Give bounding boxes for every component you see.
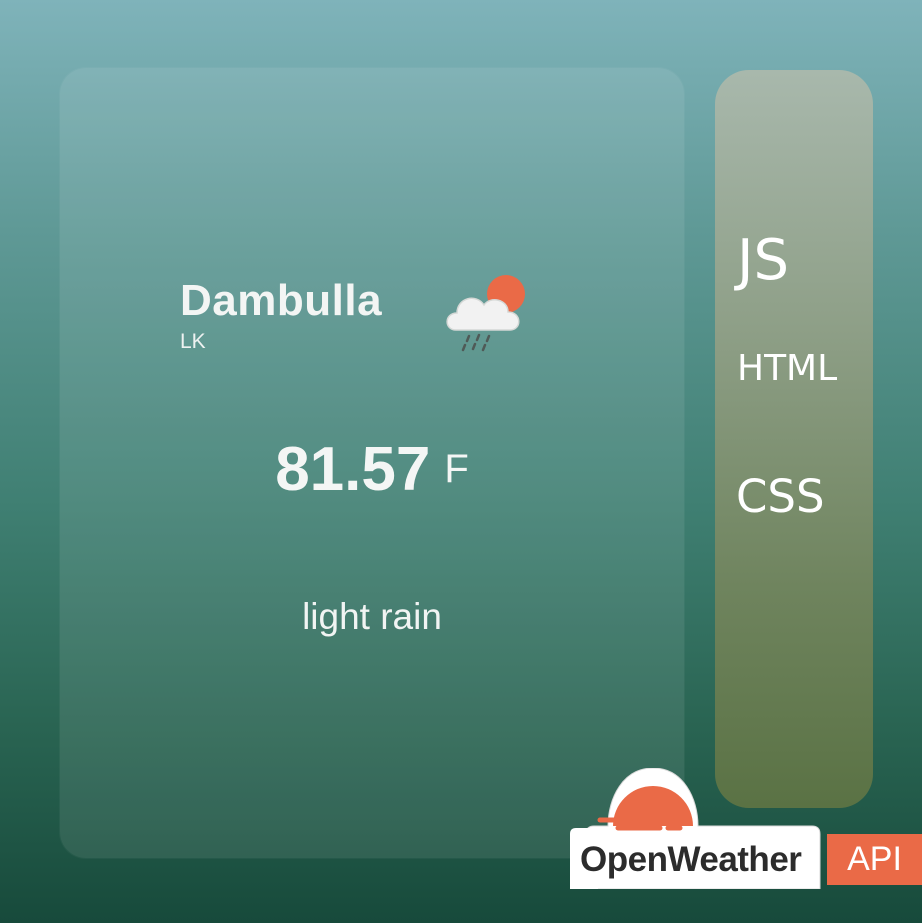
temperature-unit: F bbox=[444, 447, 469, 491]
api-badge: API bbox=[827, 834, 922, 885]
temperature-value: 81.57 bbox=[275, 435, 431, 504]
city-name: Dambulla bbox=[180, 276, 383, 325]
temperature-display: 81.57 F bbox=[60, 434, 684, 505]
tech-js-label: JS bbox=[737, 228, 790, 293]
openweather-wordmark: OpenWeather bbox=[580, 840, 802, 879]
country-code: LK bbox=[180, 330, 206, 353]
openweather-logo: OpenWeather API bbox=[568, 768, 922, 892]
cloud-sun-rain-icon bbox=[446, 275, 525, 352]
weather-description: light rain bbox=[302, 596, 442, 637]
tech-css-label: CSS bbox=[736, 470, 825, 523]
tech-stack-panel: JS HTML CSS bbox=[715, 70, 873, 808]
tech-html-label: HTML bbox=[737, 348, 838, 389]
weather-card: Dambulla LK 81.57 F light rain bbox=[60, 68, 684, 858]
